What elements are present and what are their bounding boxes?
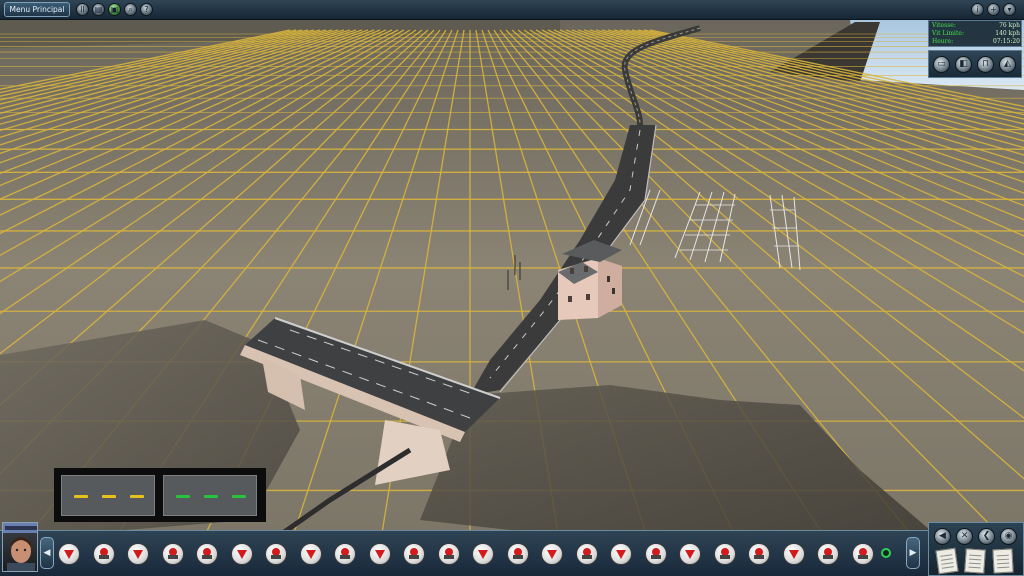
signal-aspect-caution — [61, 475, 155, 516]
driver-avatar[interactable] — [2, 522, 38, 572]
junction-marker-icon[interactable] — [644, 543, 667, 565]
junction-marker-icon[interactable] — [817, 543, 839, 565]
save-icon[interactable]: ▤ — [92, 3, 105, 16]
signal-marker-icon[interactable] — [127, 543, 149, 565]
speed-value: 76 kph — [999, 22, 1020, 29]
junction-marker-icon[interactable] — [161, 543, 184, 565]
junction-marker-icon[interactable] — [575, 543, 598, 565]
limit-value: 140 kph — [995, 30, 1020, 37]
main-menu-button[interactable]: Menu Principal — [4, 2, 70, 17]
junction-marker-icon[interactable] — [196, 543, 218, 565]
aspect-dash — [74, 495, 88, 498]
back-icon[interactable]: ◀ — [934, 528, 951, 545]
left-icon[interactable]: ❮ — [978, 528, 995, 545]
driver-control-panel: ◀ ✕ ❮ ◉ — [928, 522, 1024, 576]
tower-view-icon[interactable]: ⊓ — [977, 56, 994, 73]
hud-limit-row: Vit Limite: 140 kph — [932, 30, 1020, 38]
status-indicator — [881, 548, 891, 558]
signal-marker-icon[interactable] — [58, 543, 80, 565]
down-arrow-icon[interactable]: ▾ — [1003, 3, 1016, 16]
junction-marker-icon[interactable] — [748, 543, 770, 565]
junction-marker-icon[interactable] — [506, 543, 529, 565]
signal-marker-icon[interactable] — [230, 543, 253, 565]
aspect-dash — [232, 495, 246, 498]
scroll-left-button[interactable]: ◀ — [40, 537, 54, 569]
junction-marker-icon[interactable] — [334, 543, 356, 565]
plus-icon[interactable]: + — [987, 3, 1000, 16]
junction-marker-icon[interactable] — [92, 543, 115, 565]
signal-marker-icon[interactable] — [541, 543, 563, 565]
aspect-dash — [204, 495, 218, 498]
map-icon[interactable]: ▣ — [108, 3, 121, 16]
eye-icon[interactable]: ◉ — [1000, 528, 1017, 545]
junction-marker-icon[interactable] — [437, 543, 460, 565]
signal-marker-icon[interactable] — [472, 543, 494, 565]
signal-aspect-clear — [163, 475, 257, 516]
signal-marker-icon[interactable] — [782, 543, 805, 565]
chase-view-icon[interactable]: ◧ — [955, 56, 972, 73]
speed-label: Vitesse: — [932, 22, 956, 29]
driver-portrait — [3, 523, 37, 571]
time-value: 07:15:20 — [993, 38, 1020, 45]
hud-speed-row: Vitesse: 76 kph — [932, 22, 1020, 30]
zoom-icon[interactable]: ⌕ — [124, 3, 137, 16]
station-building — [558, 240, 622, 320]
junction-marker-icon[interactable] — [713, 543, 736, 565]
signal-marker-icon[interactable] — [299, 543, 322, 565]
free-view-icon[interactable]: ◭ — [999, 56, 1016, 73]
hud-time-row: Heure: 07:15:20 — [932, 38, 1020, 46]
document-icon[interactable] — [964, 548, 986, 574]
dispatcher-item-strip — [56, 543, 900, 569]
document-icon[interactable] — [992, 548, 1014, 574]
top-toolbar: Menu Principal II ▤ ▣ ⌕ ? i + ▾ — [0, 0, 1024, 20]
junction-marker-icon[interactable] — [851, 543, 874, 565]
driving-hud: Vitesse: 76 kph Vit Limite: 140 kph Heur… — [928, 20, 1022, 47]
aspect-dash — [102, 495, 116, 498]
signal-marker-icon[interactable] — [610, 543, 632, 565]
info-icon[interactable]: i — [971, 3, 984, 16]
cab-view-icon[interactable]: ▭ — [933, 56, 950, 73]
junction-marker-icon[interactable] — [403, 543, 425, 565]
aspect-dash — [130, 495, 144, 498]
signal-aspect-panel — [54, 468, 266, 522]
signal-marker-icon[interactable] — [679, 543, 701, 565]
junction-marker-icon[interactable] — [265, 543, 287, 565]
limit-label: Vit Limite: — [932, 30, 964, 37]
tools-icon[interactable]: ✕ — [956, 528, 973, 545]
signal-marker-icon[interactable] — [368, 543, 391, 565]
aspect-dash — [176, 495, 190, 498]
time-label: Heure: — [932, 38, 954, 45]
pause-icon[interactable]: II — [76, 3, 89, 16]
help-icon[interactable]: ? — [140, 3, 153, 16]
camera-panel: ▭ ◧ ⊓ ◭ — [928, 50, 1022, 78]
document-icon[interactable] — [935, 547, 959, 575]
scroll-right-button[interactable]: ▶ — [906, 537, 920, 569]
